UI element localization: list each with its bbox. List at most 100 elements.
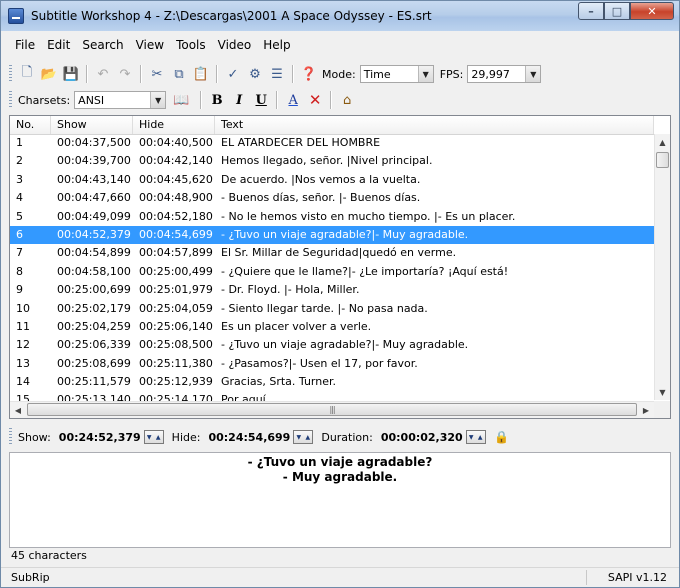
horizontal-scrollbar[interactable]: ◀ ||| ▶ xyxy=(10,401,654,418)
vertical-scrollbar[interactable]: ▲ ▼ xyxy=(654,134,670,400)
table-row[interactable]: 1 00:04:37,500 00:04:40,500 EL ATARDECER DE… xyxy=(10,134,654,152)
fps-select[interactable]: 29,997 ▼ xyxy=(467,65,542,83)
stepper-up-icon[interactable]: ▲ xyxy=(303,431,312,443)
fps-value: 29,997 xyxy=(471,67,510,81)
table-row[interactable]: 7 00:04:54,899 00:04:57,899 El Sr. Millar d… xyxy=(10,244,654,262)
remove-tags-icon[interactable]: ✕ xyxy=(304,89,326,111)
cell-show: 00:04:47,660 xyxy=(57,191,131,205)
stepper-up-icon[interactable]: ▲ xyxy=(476,431,485,443)
column-header-no[interactable]: No. xyxy=(10,116,51,134)
cell-hide: 00:04:57,899 xyxy=(139,246,213,260)
duration-input[interactable]: 00:00:02,320 xyxy=(381,431,463,444)
list-header: No. Show Hide Text xyxy=(10,116,654,135)
subtitle-list[interactable]: No. Show Hide Text 1 00:04:37,500 00:04:40… xyxy=(9,115,671,419)
table-row[interactable]: 11 00:25:04,259 00:25:06,140 Es un placer v… xyxy=(10,318,654,336)
close-button[interactable]: ✕ xyxy=(630,2,674,20)
toolbar-grip[interactable] xyxy=(9,91,12,109)
cell-text: El Sr. Millar de Seguridad|quedó en verm… xyxy=(221,246,457,260)
table-row[interactable]: 12 00:25:06,339 00:25:08,500 - ¿Tuvo un via… xyxy=(10,336,654,354)
cell-no: 5 xyxy=(16,209,23,223)
undo-icon[interactable]: ↶ xyxy=(92,63,114,85)
scroll-right-icon[interactable]: ▶ xyxy=(638,402,654,418)
font-color-icon[interactable]: A xyxy=(282,89,304,111)
cell-no: 4 xyxy=(16,191,23,205)
cell-no: 11 xyxy=(16,319,30,333)
cut-icon[interactable]: ✂ xyxy=(146,63,168,85)
chevron-down-icon[interactable]: ▼ xyxy=(525,66,541,82)
cell-text: - No le hemos visto en mucho tiempo. |- … xyxy=(221,209,516,223)
open-folder-icon[interactable]: 📂 xyxy=(38,63,60,85)
mode-select[interactable]: Time ▼ xyxy=(359,65,434,83)
table-row[interactable]: 10 00:25:02,179 00:25:04,059 - Siento llega… xyxy=(10,300,654,318)
stepper-down-icon[interactable]: ▼ xyxy=(145,431,154,443)
cell-no: 1 xyxy=(16,136,23,149)
table-row[interactable]: 8 00:04:58,100 00:25:00,499 - ¿Quiere que l… xyxy=(10,263,654,281)
redo-icon[interactable]: ↷ xyxy=(114,63,136,85)
info-icon[interactable]: ❓ xyxy=(298,63,320,85)
toolbar-separator xyxy=(330,91,333,109)
app-window: Subtitle Workshop 4 - Z:\Descargas\2001 … xyxy=(0,0,680,588)
maximize-button[interactable]: □ xyxy=(604,2,630,20)
table-row[interactable]: 3 00:04:43,140 00:04:45,620 De acuerdo. |No… xyxy=(10,171,654,189)
hide-time-stepper[interactable]: ▼ ▲ xyxy=(293,430,314,444)
show-time-input[interactable]: 00:24:52,379 xyxy=(59,431,141,444)
stepper-up-icon[interactable]: ▲ xyxy=(154,431,163,443)
column-header-text[interactable]: Text xyxy=(215,116,654,134)
underline-icon[interactable]: U xyxy=(250,89,272,111)
minimize-button[interactable]: – xyxy=(578,2,604,20)
stepper-down-icon[interactable]: ▼ xyxy=(294,431,303,443)
list-tools-icon[interactable]: ☰ xyxy=(266,63,288,85)
hide-time-label: Hide: xyxy=(171,430,201,444)
status-divider xyxy=(586,570,587,585)
spell-check-icon[interactable]: ✓ xyxy=(222,63,244,85)
book-icon[interactable]: 📖 xyxy=(166,89,196,111)
status-version: SAPI v1.12 xyxy=(607,571,667,584)
translator-icon[interactable]: ⌂ xyxy=(336,89,358,111)
column-header-hide[interactable]: Hide xyxy=(133,116,215,134)
toolbar-grip[interactable] xyxy=(9,65,12,83)
paste-icon[interactable]: 📋 xyxy=(190,63,212,85)
chevron-down-icon[interactable]: ▼ xyxy=(417,66,433,82)
menu-search[interactable]: Search xyxy=(76,38,129,52)
tools-icon[interactable]: ⚙ xyxy=(244,63,266,85)
cell-text: - ¿Tuvo un viaje agradable?|- Muy agrada… xyxy=(221,227,469,241)
menu-help[interactable]: Help xyxy=(257,38,296,52)
copy-icon[interactable]: ⧉ xyxy=(168,63,190,85)
scroll-up-icon[interactable]: ▲ xyxy=(655,134,670,150)
table-row[interactable]: 5 00:04:49,099 00:04:52,180 - No le hemos v… xyxy=(10,208,654,226)
cell-no: 10 xyxy=(16,301,30,315)
show-time-stepper[interactable]: ▼ ▲ xyxy=(143,430,164,444)
menu-file[interactable]: File xyxy=(9,38,41,52)
chevron-down-icon[interactable]: ▼ xyxy=(150,92,166,108)
cell-no: 7 xyxy=(16,246,23,260)
scroll-left-icon[interactable]: ◀ xyxy=(10,402,26,418)
status-format: SubRip xyxy=(11,571,50,584)
table-row[interactable]: 2 00:04:39,700 00:04:42,140 Hemos llegado, … xyxy=(10,152,654,170)
table-row[interactable]: 14 00:25:11,579 00:25:12,939 Gracias, Srta.… xyxy=(10,373,654,391)
duration-stepper[interactable]: ▼ ▲ xyxy=(465,430,486,444)
table-row-selected[interactable]: 6 00:04:52,379 00:04:54,699 - ¿Tuvo un viaj… xyxy=(10,225,654,245)
menu-video[interactable]: Video xyxy=(212,38,258,52)
italic-icon[interactable]: I xyxy=(228,89,250,111)
bold-icon[interactable]: B xyxy=(206,89,228,111)
vertical-scroll-thumb[interactable] xyxy=(656,152,669,168)
scroll-down-icon[interactable]: ▼ xyxy=(655,384,670,400)
new-file-icon[interactable]: 🗋 xyxy=(16,63,38,85)
menu-tools[interactable]: Tools xyxy=(170,38,212,52)
save-icon[interactable]: 💾 xyxy=(60,63,82,85)
stepper-down-icon[interactable]: ▼ xyxy=(467,431,476,443)
menu-edit[interactable]: Edit xyxy=(41,38,76,52)
menu-view[interactable]: View xyxy=(130,38,170,52)
lock-icon[interactable]: 🔒 xyxy=(494,429,510,445)
table-row[interactable]: 4 00:04:47,660 00:04:48,900 - Buenos días, … xyxy=(10,189,654,207)
cell-hide: 00:04:42,140 xyxy=(139,154,213,168)
toolbar-grip[interactable] xyxy=(9,428,12,446)
horizontal-scroll-thumb[interactable]: ||| xyxy=(27,403,637,416)
subtitle-text-editor[interactable]: - ¿Tuvo un viaje agradable? - Muy agrada… xyxy=(9,452,671,548)
hide-time-input[interactable]: 00:24:54,699 xyxy=(208,431,290,444)
table-row[interactable]: 13 00:25:08,699 00:25:11,380 - ¿Pasamos?|- … xyxy=(10,355,654,373)
column-header-show[interactable]: Show xyxy=(51,116,133,134)
table-row[interactable]: 9 00:25:00,699 00:25:01,979 - Dr. Floyd. |-… xyxy=(10,281,654,299)
charsets-select[interactable]: ANSI ▼ xyxy=(74,91,167,109)
title-bar[interactable]: Subtitle Workshop 4 - Z:\Descargas\2001 … xyxy=(1,1,679,31)
